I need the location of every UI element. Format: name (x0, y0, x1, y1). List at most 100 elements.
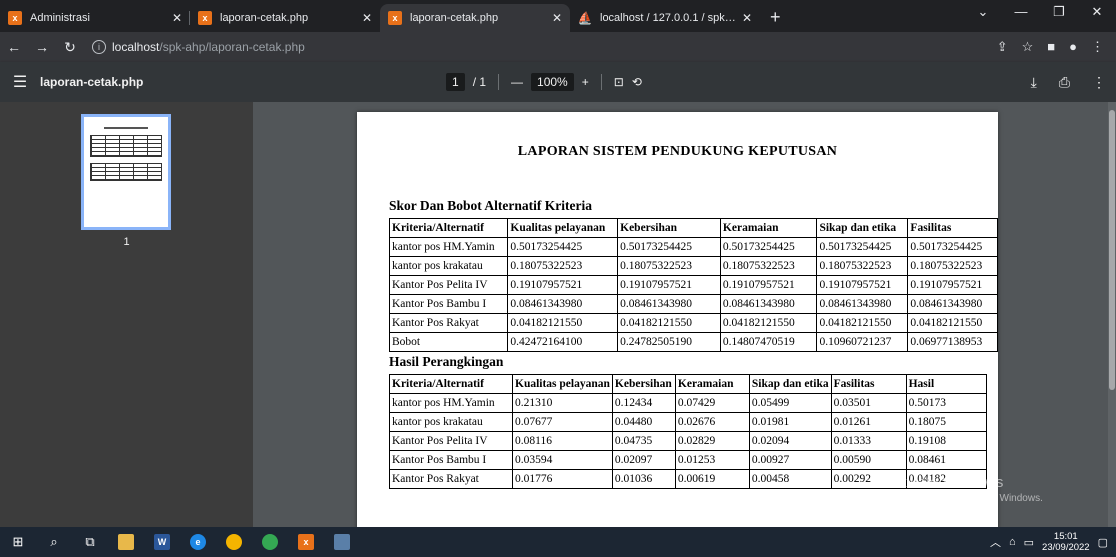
pdf-filename: laporan-cetak.php (40, 75, 144, 89)
column-header: Fasilitas (830, 374, 907, 394)
rotate-icon[interactable]: ⟲ (632, 75, 642, 89)
close-window-button[interactable]: ✕ (1078, 0, 1116, 32)
task-view-icon[interactable]: ⧉ (72, 527, 108, 557)
tab-title: Administrasi (30, 12, 90, 24)
value-cell: 0.08461 (905, 450, 987, 470)
clock[interactable]: 15:01 23/09/2022 (1042, 531, 1090, 553)
value-cell: 0.02094 (748, 431, 832, 451)
back-icon[interactable]: ← (0, 39, 28, 55)
tray-chevron-icon[interactable]: ︿ (990, 534, 1001, 550)
divider (498, 74, 500, 90)
windows-start-icon[interactable]: ⊞ (0, 527, 36, 557)
close-tab-icon[interactable]: ✕ (742, 11, 752, 25)
page-total: / 1 (472, 75, 487, 89)
address-bar[interactable]: i localhost/spk-ahp/laporan-cetak.php (92, 35, 989, 59)
minimize-button[interactable]: — (1002, 0, 1040, 32)
tab-laporan-cetak-1[interactable]: x laporan-cetak.php ✕ (190, 4, 380, 32)
page-number-input[interactable]: 1 (446, 73, 465, 91)
pdf-more-icon[interactable]: ⋮ (1092, 74, 1106, 91)
table-row: Kantor Pos Rakyat 0.04182121550 0.04182121… (388, 313, 998, 333)
row-label-cell: Kantor Pos Pelita IV (388, 275, 509, 295)
value-cell: 0.04182121550 (907, 313, 998, 333)
tab-search-icon[interactable]: ⌄ (964, 0, 1002, 32)
clock-time: 15:01 (1053, 531, 1078, 542)
value-cell: 0.04480 (611, 412, 676, 432)
pdf-viewer[interactable]: LAPORAN SISTEM PENDUKUNG KEPUTUSAN Skor … (253, 102, 1116, 527)
phpmyadmin-icon: ⛵ (577, 11, 593, 25)
value-cell: 0.08461343980 (507, 294, 619, 314)
column-header: Kriteria/Alternatif (388, 218, 509, 238)
close-tab-icon[interactable]: ✕ (172, 11, 182, 25)
network-icon[interactable]: ⌂ (1009, 536, 1016, 548)
pdf-actions: ⤓ ⎙ ⋮ (1031, 62, 1106, 102)
more-menu-icon[interactable]: ⋮ (1091, 39, 1104, 55)
zoom-level-input[interactable]: 100% (531, 73, 574, 91)
reload-icon[interactable]: ↻ (56, 39, 84, 56)
new-tab-button[interactable]: + (760, 7, 791, 32)
print-icon[interactable]: ⎙ (1059, 74, 1070, 91)
xampp-icon: x (8, 11, 22, 25)
tab-strip: x Administrasi ✕ x laporan-cetak.php ✕ x… (0, 0, 1116, 32)
fit-page-icon[interactable]: ⊡ (614, 75, 624, 89)
value-cell: 0.08461343980 (719, 294, 818, 314)
value-cell: 0.50173254425 (617, 237, 721, 257)
row-label-cell: kantor pos krakatau (389, 412, 513, 432)
value-cell: 0.50173254425 (907, 237, 998, 257)
value-cell: 0.04182121550 (816, 313, 909, 333)
value-cell: 0.19107957521 (617, 275, 721, 295)
divider (600, 74, 602, 90)
bookmark-star-icon[interactable]: ☆ (1022, 39, 1034, 55)
page-thumbnail[interactable] (81, 114, 171, 230)
value-cell: 0.14807470519 (719, 332, 818, 352)
share-icon[interactable]: ⇪ (997, 39, 1008, 55)
column-header: Sikap dan etika (748, 374, 832, 394)
close-tab-icon[interactable]: ✕ (362, 11, 372, 25)
row-label-cell: Kantor Pos Pelita IV (389, 431, 513, 451)
scrollbar-thumb[interactable] (1109, 110, 1115, 390)
ranking-table: Kriteria/Alternatif Kualitas pelayanan Keb… (389, 374, 987, 489)
side-panel-icon[interactable]: ■ (1047, 39, 1055, 55)
download-icon[interactable]: ⤓ (1031, 74, 1037, 91)
tab-title: laporan-cetak.php (410, 12, 499, 24)
table-row: Kantor Pos Pelita IV 0.19107957521 0.19107… (388, 275, 998, 295)
edge-icon[interactable]: e (180, 527, 216, 557)
vertical-scrollbar[interactable] (1108, 102, 1116, 527)
search-icon[interactable]: ⌕ (36, 527, 72, 557)
value-cell: 0.06977138953 (907, 332, 998, 352)
chrome-profile-icon[interactable] (252, 527, 288, 557)
notifications-icon[interactable]: ▢ (1098, 536, 1108, 549)
profile-icon[interactable]: ● (1069, 39, 1077, 55)
tab-title: localhost / 127.0.0.1 / spk_ahp / ... (600, 12, 736, 24)
word-icon[interactable]: W (144, 527, 180, 557)
file-explorer-icon[interactable] (108, 527, 144, 557)
value-cell: 0.18075322523 (719, 256, 818, 276)
value-cell: 0.50173254425 (719, 237, 818, 257)
value-cell: 0.18075322523 (907, 256, 998, 276)
value-cell: 0.01036 (611, 469, 676, 489)
value-cell: 0.08461343980 (816, 294, 909, 314)
system-tray: ︿ ⌂ ▭ 15:01 23/09/2022 ▢ (990, 527, 1116, 557)
value-cell: 0.19107957521 (507, 275, 619, 295)
column-header: Kualitas pelayanan (507, 218, 619, 238)
info-icon[interactable]: i (92, 40, 106, 54)
hamburger-menu-icon[interactable]: ☰ (0, 72, 40, 92)
tab-phpmyadmin[interactable]: ⛵ localhost / 127.0.0.1 / spk_ahp / ... … (570, 4, 760, 32)
value-cell: 0.19107957521 (719, 275, 818, 295)
table-row: Kantor Pos Bambu I 0.08461343980 0.0846134… (388, 294, 998, 314)
battery-icon[interactable]: ▭ (1024, 536, 1034, 549)
browser-toolbar: ← → ↻ i localhost/spk-ahp/laporan-cetak.… (0, 32, 1116, 62)
activate-windows-watermark: Activate Windows Go to Settings to activ… (885, 474, 1043, 504)
tab-laporan-cetak-2[interactable]: x laporan-cetak.php ✕ (380, 4, 570, 32)
photos-icon[interactable] (324, 527, 360, 557)
forward-icon[interactable]: → (28, 39, 56, 55)
restore-button[interactable]: ❐ (1040, 0, 1078, 32)
zoom-out-button[interactable]: — (511, 75, 523, 89)
zoom-in-button[interactable]: + (582, 75, 589, 89)
chrome-icon[interactable] (216, 527, 252, 557)
value-cell: 0.19107957521 (907, 275, 998, 295)
xampp-taskbar-icon[interactable]: x (288, 527, 324, 557)
table-header-row: Kriteria/Alternatif Kualitas pelayanan Keb… (388, 218, 998, 238)
tab-administrasi[interactable]: x Administrasi ✕ (0, 4, 190, 32)
value-cell: 0.19107957521 (816, 275, 909, 295)
close-tab-icon[interactable]: ✕ (552, 11, 562, 25)
